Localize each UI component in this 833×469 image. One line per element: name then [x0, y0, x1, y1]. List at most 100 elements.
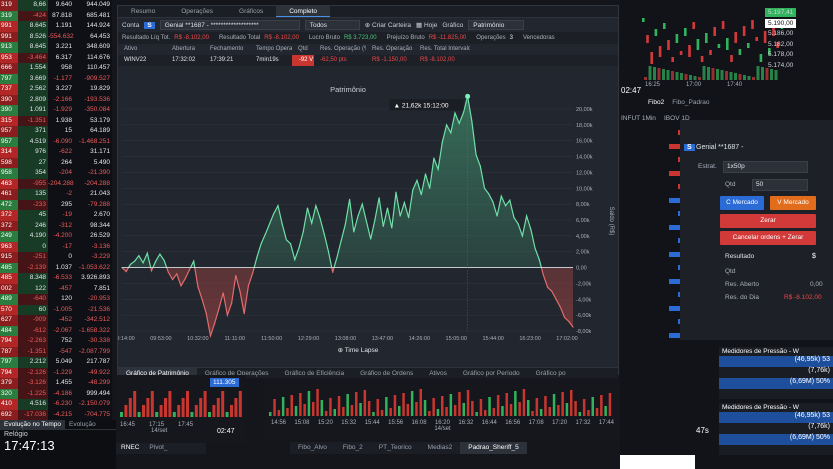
workspace-tab[interactable]: Fibo_2: [335, 442, 371, 454]
data-point: [563, 316, 566, 319]
qtd-input[interactable]: 50: [752, 179, 808, 191]
bar: [548, 407, 551, 416]
workspace-tab[interactable]: Fibo_Alvo: [290, 442, 335, 454]
book-cell: -204: [58, 169, 72, 176]
bar: [234, 398, 238, 417]
period-select[interactable]: Todos: [304, 20, 360, 30]
y-tick: 4,00k: [576, 234, 590, 240]
tab-operacoes[interactable]: Operações: [168, 6, 226, 17]
volume-bar: [716, 69, 719, 80]
data-point: [450, 132, 452, 134]
v-mercado-button[interactable]: V Mercado: [770, 196, 816, 210]
workspace-tab[interactable]: Medias2: [420, 442, 461, 454]
time-tick: 15:56: [388, 420, 404, 426]
book-row: 991 8.526 -554.632 64.453: [0, 31, 112, 42]
tab-pivot[interactable]: Pivot_: [144, 443, 172, 454]
data-point: [138, 255, 140, 257]
tab-completo[interactable]: Completo: [276, 6, 331, 17]
bar: [565, 403, 569, 416]
tab-rnec[interactable]: RNEC: [116, 443, 144, 454]
boleta-account[interactable]: Genial **1687 -: [696, 144, 743, 151]
book-row: 692 -17.036 -4.215 -704.775: [0, 409, 112, 420]
book-cell: -4.200: [53, 232, 72, 239]
estrat-select[interactable]: 1x50p: [723, 161, 808, 173]
bar: [604, 406, 607, 416]
col-header[interactable]: Res. Operação (%): [314, 44, 366, 55]
col-header[interactable]: Tempo Opera: [250, 44, 292, 55]
data-point: [437, 168, 439, 170]
data-point: [273, 213, 275, 215]
col-header[interactable]: Res. Operação: [366, 44, 414, 55]
col-header[interactable]: Res. Total Intervalo: [414, 44, 470, 55]
col-header[interactable]: Abertura: [166, 44, 204, 55]
tab-evolucao-2[interactable]: Evolução: [65, 420, 100, 429]
stat-value: R$ -8.102,00: [264, 35, 299, 41]
c-mercado-button[interactable]: C Mercado: [720, 196, 764, 210]
tab-fibo-padrao[interactable]: Fibo_Padrao: [672, 99, 709, 106]
hoje-button[interactable]: ▦ Hoje: [416, 21, 437, 29]
data-point: [509, 199, 511, 201]
bar: [350, 405, 354, 416]
tab-evolucao[interactable]: Evolução no Tempo: [0, 420, 65, 429]
workspace-tab[interactable]: Padrao_Sheriff_5: [460, 442, 527, 454]
book-cell: 8.645: [18, 21, 48, 32]
book-cell: -1.929: [53, 106, 72, 113]
account-select[interactable]: Genial **1687 - *******************: [159, 20, 300, 30]
ladder: 112.181112.082111.984111.880111.837111.6…: [620, 128, 712, 348]
book-cell: 957: [0, 136, 18, 147]
dollar-icon[interactable]: $: [812, 253, 816, 260]
data-point: [572, 326, 574, 328]
data-point: [155, 260, 157, 262]
tab-graficos[interactable]: Gráficos: [226, 6, 276, 17]
data-point: [205, 312, 207, 315]
chart-tab[interactable]: Gráfico de Ordens: [352, 368, 421, 378]
col-header[interactable]: Qtd: [292, 44, 314, 55]
bar: [591, 397, 594, 416]
workspace-tab[interactable]: PT_Teorico: [371, 442, 420, 454]
data-point: [357, 215, 359, 217]
bar: [190, 412, 194, 417]
data-point: [319, 217, 321, 220]
chart-tab[interactable]: Gráfico por Período: [455, 368, 528, 378]
tab-fibo2[interactable]: Fibo2: [648, 99, 664, 106]
col-header[interactable]: Fechamento: [204, 44, 250, 55]
tab-resumo[interactable]: Resumo: [118, 6, 168, 17]
volume-bar: [675, 72, 679, 80]
data-point: [361, 203, 363, 205]
x-tick: 14:26:00: [409, 336, 430, 342]
data-point: [235, 274, 237, 277]
bar: [203, 391, 207, 417]
price-label: 5.197,41: [765, 8, 797, 17]
data-point: [150, 270, 153, 272]
book-cell: 3.926.893: [81, 274, 110, 281]
medidor-2: Medidores de Pressão - W (46,95k) 53 (7,…: [719, 403, 833, 455]
volume-bar: [720, 70, 724, 80]
volume-bar: [684, 74, 688, 80]
chart-tab[interactable]: Ativos: [421, 368, 455, 378]
chart-svg: Patrimônio 20,00k 18,00k 16,00k 14,00k 12,00k…: [113, 85, 614, 354]
col-header[interactable]: Ativo: [118, 44, 166, 55]
chart-tab[interactable]: Gráfico de Eficiência: [276, 368, 352, 378]
chart-tab[interactable]: Gráfico po: [528, 368, 574, 378]
broker-logo-icon-2: S: [684, 144, 695, 151]
book-row: 319 8,66 9.640 944.049: [0, 0, 112, 11]
medidor-value-3: (6,69M) 50%: [719, 378, 833, 389]
book-row: 913 8.645 3.221 348.609: [0, 42, 112, 53]
book-cell: -1.351: [18, 115, 48, 126]
volume-bar: [711, 68, 715, 80]
zerar-button[interactable]: Zerar: [720, 214, 816, 228]
book-cell: 737: [0, 84, 18, 95]
clock: 17:47:13: [4, 438, 55, 453]
x-tick: 15:05:00: [446, 336, 467, 342]
data-point: [496, 215, 498, 217]
candle: [726, 38, 729, 50]
criar-carteira-button[interactable]: ⊕ Criar Carteira: [365, 21, 411, 29]
cancelar-zerar-button[interactable]: Cancelar ordens + Zerar: [720, 231, 816, 245]
table-row[interactable]: WINV22 17:32:02 17:39:21 7min19s -92 V -62,50…: [118, 55, 618, 66]
grafico-select[interactable]: Patrimônio: [468, 20, 525, 30]
book-cell: -48.299: [87, 379, 110, 386]
data-point: [226, 314, 228, 316]
bar: [458, 392, 461, 416]
book-cell: 1.455: [55, 379, 72, 386]
book-cell: 19.829: [90, 85, 110, 92]
